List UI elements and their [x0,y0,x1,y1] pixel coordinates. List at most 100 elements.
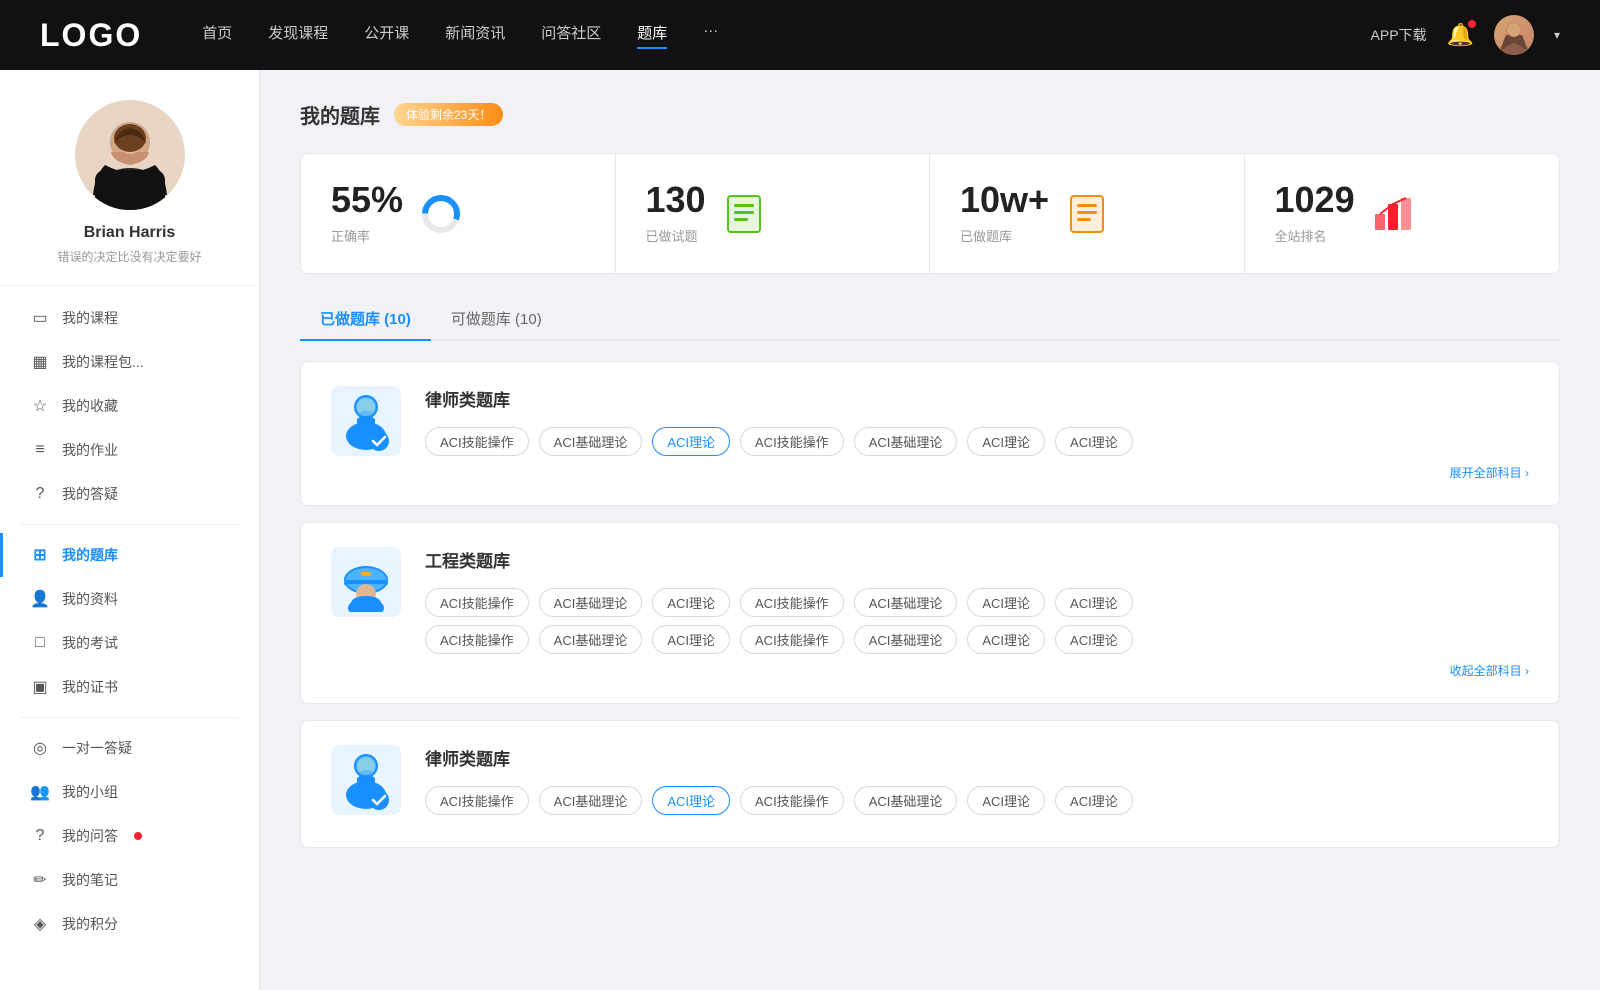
navbar-right: APP下载 🔔 ▾ [1371,15,1560,55]
lawyer-card-2-content: 律师类题库 ACI技能操作 ACI基础理论 ACI理论 ACI技能操作 ACI基… [425,745,1529,823]
tag-eng-13[interactable]: ACI理论 [967,625,1045,654]
cert-icon: ▣ [30,677,50,697]
nav-discover[interactable]: 发现课程 [268,22,328,49]
tag-lawyer2-7[interactable]: ACI理论 [1055,786,1133,815]
sidebar-item-courses[interactable]: ▭ 我的课程 [0,296,259,340]
tag-lawyer1-2[interactable]: ACI基础理论 [539,427,643,456]
stat-questions: 130 已做试题 [616,154,931,273]
tag-eng-2[interactable]: ACI基础理论 [539,588,643,617]
sidebar-item-qa[interactable]: ? 我的答疑 [0,472,259,516]
lawyer-card-1-expand[interactable]: 展开全部科目 › [425,464,1529,481]
sidebar-item-group[interactable]: 👥 我的小组 [0,770,259,814]
homework-icon: ≡ [30,441,50,459]
tag-eng-7[interactable]: ACI理论 [1055,588,1133,617]
tag-lawyer1-5[interactable]: ACI基础理论 [854,427,958,456]
stat-ranking-text: 1029 全站排名 [1275,182,1355,245]
stat-banks-text: 10w+ 已做题库 [960,182,1049,245]
bell-button[interactable]: 🔔 [1447,22,1474,48]
nav-open[interactable]: 公开课 [364,22,409,49]
engineer-card-title: 工程类题库 [425,547,1529,572]
sidebar-item-course-packages[interactable]: ▦ 我的课程包... [0,340,259,384]
bank-icon-engineer [331,547,401,617]
nav-qa[interactable]: 问答社区 [541,22,601,49]
content-area: 我的题库 体验剩余23天！ 55% 正确率 [260,70,1600,990]
nav-news[interactable]: 新闻资讯 [445,22,505,49]
tabs: 已做题库 (10) 可做题库 (10) [300,298,1560,341]
engineer-card-tags-row2: ACI技能操作 ACI基础理论 ACI理论 ACI技能操作 ACI基础理论 AC… [425,625,1529,654]
tag-lawyer2-1[interactable]: ACI技能操作 [425,786,529,815]
tag-lawyer1-3[interactable]: ACI理论 [652,427,730,456]
stat-accuracy-label: 正确率 [331,226,403,245]
page-header: 我的题库 体验剩余23天！ [300,100,1560,129]
sidebar-item-questions[interactable]: ? 我的问答 [0,814,259,858]
tag-eng-14[interactable]: ACI理论 [1055,625,1133,654]
tag-lawyer1-7[interactable]: ACI理论 [1055,427,1133,456]
sidebar-item-certificate[interactable]: ▣ 我的证书 [0,665,259,709]
tag-eng-3[interactable]: ACI理论 [652,588,730,617]
notes-icon: ✏ [30,870,50,890]
divider-2 [20,717,239,718]
tag-eng-8[interactable]: ACI技能操作 [425,625,529,654]
nav-items: 首页 发现课程 公开课 新闻资讯 问答社区 题库 ··· [202,22,1370,49]
trial-badge: 体验剩余23天！ [394,103,503,126]
sidebar-item-notes[interactable]: ✏ 我的笔记 [0,858,259,902]
navbar: LOGO 首页 发现课程 公开课 新闻资讯 问答社区 题库 ··· APP下载 … [0,0,1600,70]
profile-avatar [75,100,185,210]
tag-eng-6[interactable]: ACI理论 [967,588,1045,617]
bank-card-lawyer-2: 律师类题库 ACI技能操作 ACI基础理论 ACI理论 ACI技能操作 ACI基… [300,720,1560,848]
questions-badge [134,832,142,840]
sidebar-item-homework[interactable]: ≡ 我的作业 [0,428,259,472]
stat-banks-label: 已做题库 [960,226,1049,245]
sidebar-item-favorites[interactable]: ☆ 我的收藏 [0,384,259,428]
tag-lawyer1-1[interactable]: ACI技能操作 [425,427,529,456]
stat-ranking-label: 全站排名 [1275,226,1355,245]
tag-lawyer1-4[interactable]: ACI技能操作 [740,427,844,456]
sidebar-username: Brian Harris [84,224,176,242]
sidebar-item-bank[interactable]: ⊞ 我的题库 [0,533,259,577]
tag-eng-5[interactable]: ACI基础理论 [854,588,958,617]
tag-lawyer1-6[interactable]: ACI理论 [967,427,1045,456]
lawyer2-icon-circle [331,745,401,815]
tag-lawyer2-4[interactable]: ACI技能操作 [740,786,844,815]
avatar-svg [75,100,185,210]
app-download[interactable]: APP下载 [1371,25,1427,45]
tag-eng-10[interactable]: ACI理论 [652,625,730,654]
bank-icon-lawyer-1 [331,386,401,456]
packages-icon: ▦ [30,352,50,372]
engineer-card-content: 工程类题库 ACI技能操作 ACI基础理论 ACI理论 ACI技能操作 ACI基… [425,547,1529,679]
nav-home[interactable]: 首页 [202,22,232,49]
stat-ranking: 1029 全站排名 [1245,154,1560,273]
tag-eng-11[interactable]: ACI技能操作 [740,625,844,654]
bank-card-lawyer-1: 律师类题库 ACI技能操作 ACI基础理论 ACI理论 ACI技能操作 ACI基… [300,361,1560,506]
tag-lawyer2-6[interactable]: ACI理论 [967,786,1045,815]
stat-accuracy: 55% 正确率 [301,154,616,273]
tag-lawyer2-3[interactable]: ACI理论 [652,786,730,815]
stat-questions-value: 130 [646,182,706,218]
engineer-card-collapse[interactable]: 收起全部科目 › [425,662,1529,679]
doc-green-icon [722,192,766,236]
sidebar-item-tutoring[interactable]: ◎ 一对一答疑 [0,726,259,770]
tag-eng-1[interactable]: ACI技能操作 [425,588,529,617]
tag-eng-4[interactable]: ACI技能操作 [740,588,844,617]
bank-card-engineer: 工程类题库 ACI技能操作 ACI基础理论 ACI理论 ACI技能操作 ACI基… [300,522,1560,704]
tag-eng-12[interactable]: ACI基础理论 [854,625,958,654]
chevron-down-icon[interactable]: ▾ [1554,28,1560,42]
tag-lawyer2-2[interactable]: ACI基础理论 [539,786,643,815]
sidebar-item-points[interactable]: ◈ 我的积分 [0,902,259,946]
bank-icon-lawyer-2 [331,745,401,815]
pie-chart-icon [419,192,463,236]
nav-bank[interactable]: 题库 [637,22,667,49]
tab-done[interactable]: 已做题库 (10) [300,298,431,341]
sidebar-item-exam[interactable]: □ 我的考试 [0,621,259,665]
sidebar-item-profile[interactable]: 👤 我的资料 [0,577,259,621]
avatar[interactable] [1494,15,1534,55]
sidebar-menu: ▭ 我的课程 ▦ 我的课程包... ☆ 我的收藏 ≡ 我的作业 ? 我的答疑 ⊞ [0,296,259,946]
tag-eng-9[interactable]: ACI基础理论 [539,625,643,654]
bank-icon: ⊞ [30,545,50,565]
tab-available[interactable]: 可做题库 (10) [431,298,562,341]
tag-lawyer2-5[interactable]: ACI基础理论 [854,786,958,815]
profile-icon: 👤 [30,589,50,609]
main-layout: Brian Harris 错误的决定比没有决定要好 ▭ 我的课程 ▦ 我的课程包… [0,70,1600,990]
stat-banks-value: 10w+ [960,182,1049,218]
nav-more[interactable]: ··· [703,22,718,49]
